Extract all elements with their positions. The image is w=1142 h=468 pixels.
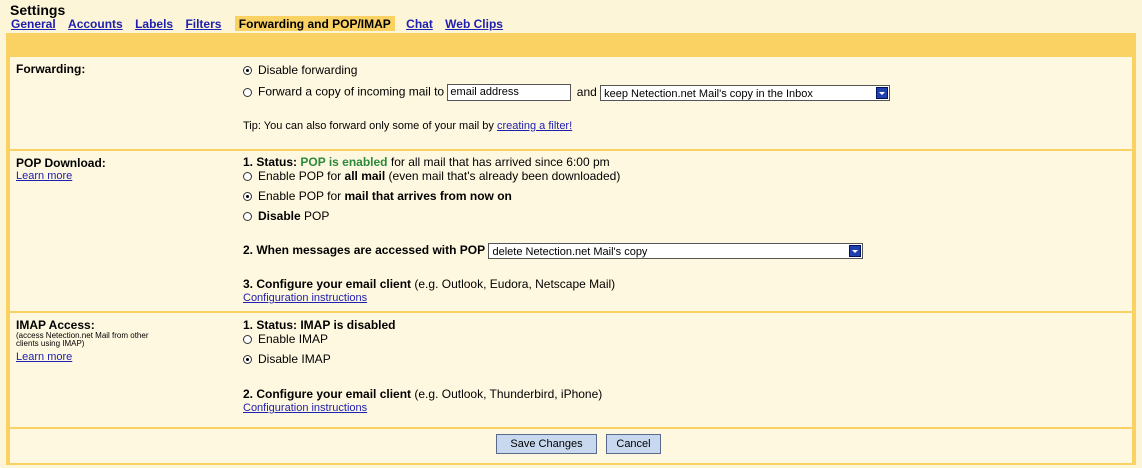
forward-email-input[interactable]: email address [447,84,572,101]
imap-configure-row: 2. Configure your email client (e.g. Out… [243,387,602,401]
pop-from-now-bold: mail that arrives from now on [344,189,512,203]
forwarding-tip-text: Tip: You can also forward only some of y… [243,120,494,132]
chevron-down-icon[interactable] [876,86,889,99]
creating-filter-link[interactable]: creating a filter! [497,120,572,132]
tab-chat[interactable]: Chat [405,16,434,31]
tab-forwarding-pop-imap[interactable]: Forwarding and POP/IMAP [234,16,395,31]
imap-learn-more-link[interactable]: Learn more [16,351,72,363]
pop-status: 1. Status: POP is enabled for all mail t… [243,155,610,169]
imap-disable-radio[interactable] [243,355,252,365]
pop-all-mail-prefix: Enable POP for [258,169,342,183]
tab-general[interactable]: General [10,16,57,31]
forward-copy-action-select[interactable]: keep Netection.net Mail's copy in the In… [600,84,891,101]
imap-enable-radio[interactable] [243,335,252,345]
imap-disable-option[interactable]: Disable IMAP [243,352,331,366]
tab-accounts[interactable]: Accounts [67,16,124,31]
pop-all-mail-radio[interactable] [243,172,252,182]
imap-section: IMAP Access: (access Netection.net Mail … [10,313,1132,427]
pop-configure-bold: 3. Configure your email client [243,277,412,291]
forward-copy-radio[interactable] [243,88,252,97]
pop-disable-radio[interactable] [243,212,252,222]
imap-configure-bold: 2. Configure your email client [243,387,412,401]
imap-label: IMAP Access: [16,318,95,332]
pop-section: POP Download: Learn more 1. Status: POP … [10,151,1132,311]
disable-forwarding-option[interactable]: Disable forwarding [243,63,357,77]
cancel-button[interactable]: Cancel [606,434,661,454]
pop-all-mail-suffix: (even mail that's already been downloade… [388,169,621,183]
pop-status-prefix: 1. Status: [243,155,298,169]
pop-access-value: delete Netection.net Mail's copy [492,246,648,258]
tab-filters[interactable]: Filters [184,16,222,31]
imap-disable-label: Disable IMAP [258,352,331,366]
pop-option-all-mail[interactable]: Enable POP for all mail (even mail that'… [243,169,620,183]
forwarding-label: Forwarding: [16,62,86,76]
pop-from-now-prefix: Enable POP for [258,189,342,203]
pop-learn-more-link[interactable]: Learn more [16,170,72,182]
tab-labels[interactable]: Labels [134,16,174,31]
pop-status-suffix: for all mail that has arrived since 6:00… [390,155,610,169]
imap-sublabel-line2: clients using IMAP) [16,339,85,348]
settings-header: Settings General Accounts Labels Filters… [0,0,1142,33]
pop-access-row: 2. When messages are accessed with POP d… [243,243,864,259]
tab-web-clips[interactable]: Web Clips [444,16,504,31]
forward-copy-option: Forward a copy of incoming mail to email… [243,84,891,101]
settings-content: Forwarding: Disable forwarding Forward a… [6,33,1136,465]
pop-access-label: 2. When messages are accessed with POP [243,243,486,258]
imap-config-instructions-link[interactable]: Configuration instructions [243,402,367,414]
pop-config-instructions-link[interactable]: Configuration instructions [243,292,367,304]
pop-option-disable[interactable]: Disable POP [243,209,329,223]
footer-bar: Save Changes Cancel [10,429,1132,463]
pop-configure-suffix: (e.g. Outlook, Eudora, Netscape Mail) [414,277,616,291]
pop-disable-bold: Disable [258,209,301,223]
pop-option-from-now[interactable]: Enable POP for mail that arrives from no… [243,189,512,203]
disable-forwarding-radio[interactable] [243,66,252,76]
pop-all-mail-bold: all mail [344,169,386,183]
imap-status: 1. Status: IMAP is disabled [243,318,396,332]
pop-label: POP Download: [16,156,106,170]
pop-status-value: POP is enabled [300,155,388,169]
forward-copy-label: Forward a copy of incoming mail to [258,84,445,99]
disable-forwarding-label: Disable forwarding [258,63,358,77]
pop-configure-row: 3. Configure your email client (e.g. Out… [243,277,615,291]
forward-copy-action-value: keep Netection.net Mail's copy in the In… [604,87,813,100]
pop-disable-suffix: POP [304,209,330,223]
imap-enable-option[interactable]: Enable IMAP [243,332,328,346]
chevron-down-icon[interactable] [849,245,862,257]
forwarding-tip: Tip: You can also forward only some of y… [243,120,572,132]
imap-configure-suffix: (e.g. Outlook, Thunderbird, iPhone) [414,387,603,401]
pop-from-now-radio[interactable] [243,192,252,202]
settings-tabs: General Accounts Labels Filters Forwardi… [10,16,511,33]
and-label: and [576,84,597,99]
save-changes-button[interactable]: Save Changes [496,434,597,454]
forwarding-section: Forwarding: Disable forwarding Forward a… [10,57,1132,149]
pop-access-select[interactable]: delete Netection.net Mail's copy [488,243,864,259]
imap-enable-label: Enable IMAP [258,332,329,346]
